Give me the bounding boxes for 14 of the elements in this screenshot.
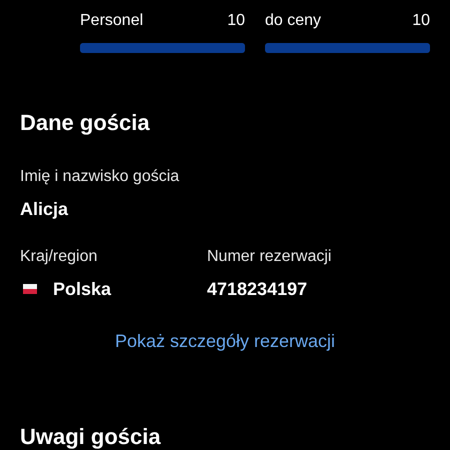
field-label: Imię i nazwisko gościa <box>20 167 180 187</box>
rating-label: do ceny <box>265 11 322 31</box>
rating-label: Personel <box>80 11 144 31</box>
rating-score: 10 <box>412 11 430 31</box>
field-label: Numer rezerwacji <box>207 247 332 267</box>
rating-score: 10 <box>227 11 245 31</box>
section-title: Dane gościa <box>20 109 151 137</box>
guest-name: Alicja <box>20 198 70 221</box>
booking-number: 4718234197 <box>207 278 308 301</box>
country-name: Polska <box>53 278 112 301</box>
flag-icon <box>23 284 37 294</box>
field-label: Kraj/region <box>20 247 98 267</box>
booking-details-link[interactable]: Pokaż szczegóły rezerwacji <box>114 329 336 353</box>
section-title: Uwagi gościa <box>20 423 162 450</box>
